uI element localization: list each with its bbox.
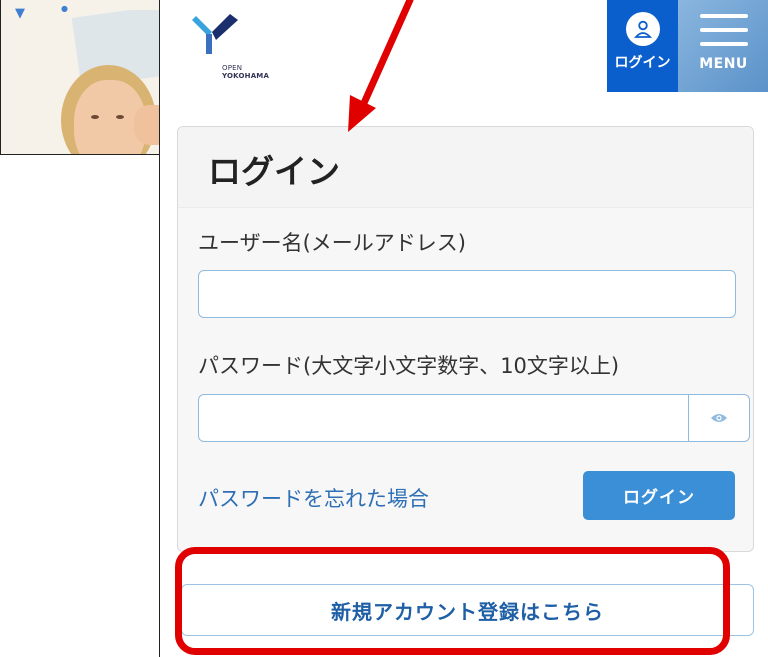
login-submit-button[interactable]: ログイン — [583, 471, 735, 520]
logo-mark-icon — [192, 14, 238, 54]
open-yokohama-logo[interactable]: OPEN YOKOHAMA — [182, 14, 269, 80]
header-login-label: ログイン — [614, 55, 671, 71]
login-title: ログイン — [208, 152, 340, 191]
annotation-arrow-icon — [348, 0, 414, 132]
header-login-button[interactable]: ログイン — [607, 0, 678, 92]
password-input[interactable] — [198, 394, 691, 442]
site-header: OPEN YOKOHAMA ログイン MENU — [160, 0, 768, 92]
login-card: ログイン ユーザー名(メールアドレス) パスワード(大文字小文字数字、10文字以… — [177, 126, 754, 552]
triangle-marker-icon: ▼ — [15, 6, 25, 21]
password-label: パスワード(大文字小文字数字、10文字以上) — [198, 354, 620, 378]
username-label: ユーザー名(メールアドレス) — [198, 231, 466, 255]
background-photo — [46, 10, 166, 154]
eye-icon — [711, 414, 727, 422]
show-password-button[interactable] — [688, 394, 750, 442]
menu-label: MENU — [699, 56, 748, 72]
username-input[interactable] — [198, 270, 736, 318]
hamburger-icon — [678, 14, 768, 46]
user-icon — [625, 12, 660, 46]
logo-text-line1: OPEN — [222, 64, 243, 72]
forgot-password-link[interactable]: パスワードを忘れた場合 — [198, 483, 429, 513]
menu-button[interactable]: MENU — [678, 0, 768, 92]
logo-text-line2: YOKOHAMA — [222, 72, 270, 80]
annotation-highlight-box — [175, 547, 730, 655]
